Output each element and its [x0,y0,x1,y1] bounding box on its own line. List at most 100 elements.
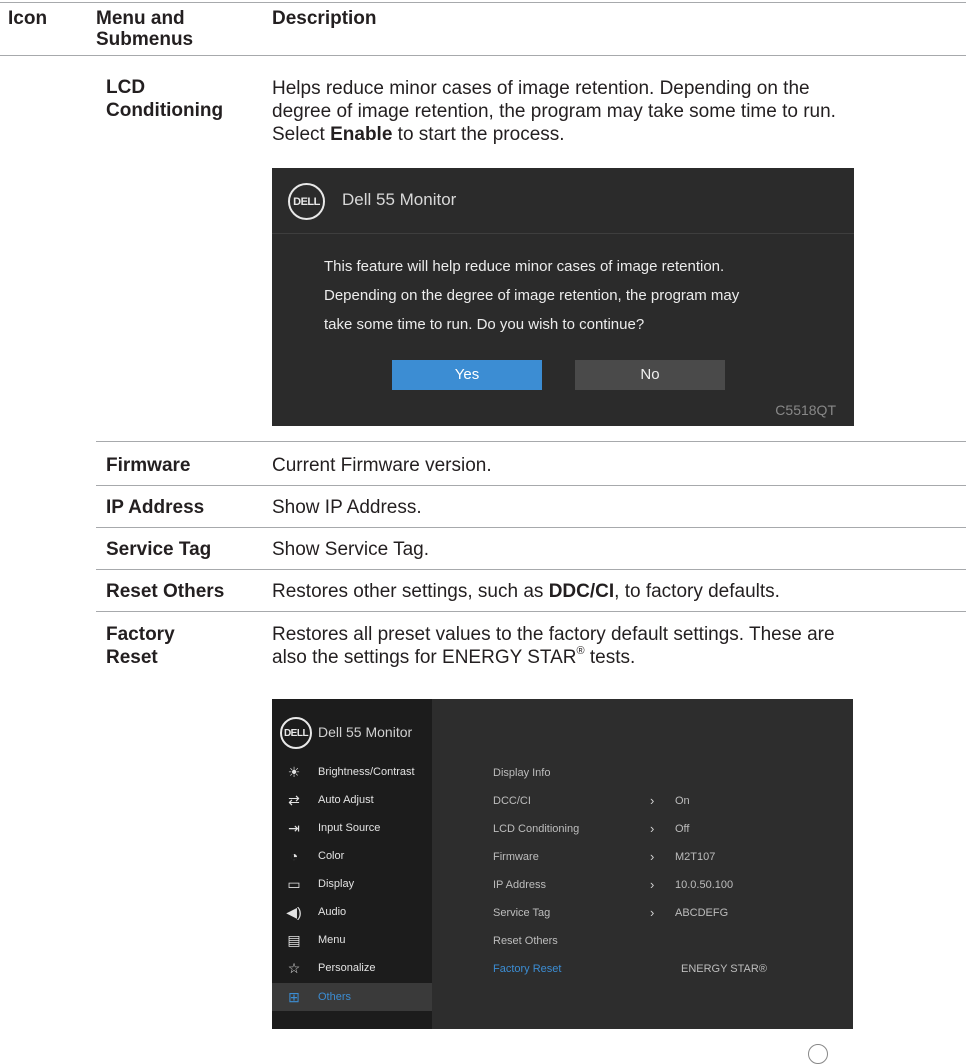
dialog-separator [272,233,854,234]
dialog-title: Dell 55 Monitor [342,190,457,209]
header-menu-line2: Submenus [96,29,194,50]
top-rule [0,2,966,3]
lcd-desc-pre: Select [272,124,331,145]
osd-item-ddcci[interactable]: DCC/CI [493,795,531,807]
osd-value-ddcci: On [675,795,690,807]
row-rule [96,485,966,486]
lcd-conditioning-dialog: DELL Dell 55 Monitor This feature will h… [272,168,854,426]
lcd-desc-line3: Select Enable to start the process. [272,123,952,146]
osd-menu-label: Display [318,878,355,890]
header-menu-line1: Menu and [96,8,185,29]
factory-desc-line2: also the settings for ENERGY STAR® tests… [272,646,952,669]
header-icon: Icon [8,8,48,29]
color-icon: ◔ [289,848,299,864]
lcd-conditioning-label: LCD Conditioning [106,76,223,122]
factory-desc-line1: Restores all preset values to the factor… [272,624,835,645]
ip-address-label: IP Address [106,497,205,518]
osd-menu-label: Brightness/Contrast [318,766,415,778]
lcd-conditioning-description: Helps reduce minor cases of image retent… [272,77,952,146]
lcd-desc-enable: Enable [330,124,393,145]
no-button[interactable]: No [575,360,725,390]
factory-name-line1: Factory [106,624,175,645]
osd-menu-brightness-contrast[interactable]: ☀ Brightness/Contrast [272,761,432,785]
chevron-right-icon: › [650,877,655,892]
registered-mark: ® [576,645,585,657]
osd-menu-display[interactable]: ▭ Display [272,873,432,897]
service-tag-description: Show Service Tag. [272,539,430,560]
chevron-right-icon: › [650,849,655,864]
firmware-description: Current Firmware version. [272,455,492,476]
osd-menu-menu[interactable]: ▤ Menu [272,929,432,953]
row-rule [96,611,966,612]
service-tag-label: Service Tag [106,539,212,560]
osd-menu-label: Input Source [318,822,381,834]
chevron-right-icon: › [650,793,655,808]
lcd-name-line1: LCD [106,77,146,98]
header-menu: Menu and Submenus [96,8,193,50]
others-icon: ⊞ [288,989,300,1005]
page-corner-icon [808,1044,828,1064]
reset-others-description: Restores other settings, such as DDC/CI,… [272,580,952,603]
osd-menu-label: Menu [318,934,346,946]
header-rule [0,55,966,56]
osd-menu-label: Auto Adjust [318,794,374,806]
osd-value-lcd-conditioning: Off [675,823,690,835]
factory-reset-description: Restores all preset values to the factor… [272,623,952,669]
ip-address-description: Show IP Address. [272,497,422,518]
chevron-right-icon: › [650,905,655,920]
osd-item-service-tag[interactable]: Service Tag [493,907,550,919]
osd-menu-auto-adjust[interactable]: ⇄ Auto Adjust [272,789,432,813]
yes-button[interactable]: Yes [392,360,542,390]
osd-menu-personalize[interactable]: ☆ Personalize [272,957,432,981]
osd-menu-color[interactable]: ◔ Color [272,845,432,869]
osd-menu-others[interactable]: ⊞ Others [272,983,432,1011]
lcd-desc-line1: Helps reduce minor cases of image retent… [272,78,810,99]
star-icon: ☆ [287,960,301,976]
brightness-icon: ☀ [287,764,301,780]
osd-menu-label: Audio [318,906,347,918]
input-source-icon: ⇥ [288,820,300,836]
dell-logo: DELL [280,717,312,749]
dialog-message-line2: Depending on the degree of image retenti… [324,287,740,304]
dialog-message: This feature will help reduce minor case… [324,252,824,339]
menu-icon: ▤ [287,932,301,948]
factory-reset-label: Factory Reset [106,623,175,669]
osd-menu-label: Color [318,850,345,862]
osd-value-ip-address: 10.0.50.100 [675,879,734,891]
osd-item-lcd-conditioning[interactable]: LCD Conditioning [493,823,579,835]
osd-menu-label: Personalize [318,962,376,974]
lcd-desc-post: to start the process. [392,124,565,145]
osd-item-firmware[interactable]: Firmware [493,851,539,863]
osd-menu-audio[interactable]: ◀) Audio [272,901,432,925]
row-rule [96,527,966,528]
header-description: Description [272,8,377,29]
osd-value-service-tag: ABCDEFG [675,907,729,919]
row-rule [96,441,966,442]
lcd-desc-line2: degree of image retention, the program m… [272,101,836,122]
osd-value-firmware: M2T107 [675,851,716,863]
osd-item-ip-address[interactable]: IP Address [493,879,546,891]
osd-value-energy-star: ENERGY STAR® [681,963,767,975]
reset-others-ddcci: DDC/CI [548,581,615,602]
osd-item-display-info[interactable]: Display Info [493,767,550,779]
auto-adjust-icon: ⇄ [288,792,300,808]
dialog-message-line1: This feature will help reduce minor case… [324,258,725,275]
lcd-name-line2: Conditioning [106,100,224,121]
factory-desc-pre: also the settings for ENERGY STAR [272,647,577,668]
dell-logo: DELL [288,183,325,220]
reset-others-label: Reset Others [106,581,225,602]
osd-menu-input-source[interactable]: ⇥ Input Source [272,817,432,841]
factory-desc-post: tests. [584,647,636,668]
osd-item-reset-others[interactable]: Reset Others [493,935,558,947]
audio-icon: ◀) [286,904,302,920]
row-rule [96,569,966,570]
dialog-message-line3: take some time to run. Do you wish to co… [324,316,645,333]
firmware-label: Firmware [106,455,191,476]
osd-title: Dell 55 Monitor [318,724,413,740]
model-number: C5518QT [775,402,836,418]
osd-item-factory-reset[interactable]: Factory Reset [493,963,561,975]
factory-name-line2: Reset [106,647,158,668]
osd-menu-screenshot: DELL Dell 55 Monitor ☀ Brightness/Contra… [272,699,853,1029]
osd-menu-label: Others [318,991,352,1003]
reset-others-desc-pre: Restores other settings, such as [272,581,549,602]
